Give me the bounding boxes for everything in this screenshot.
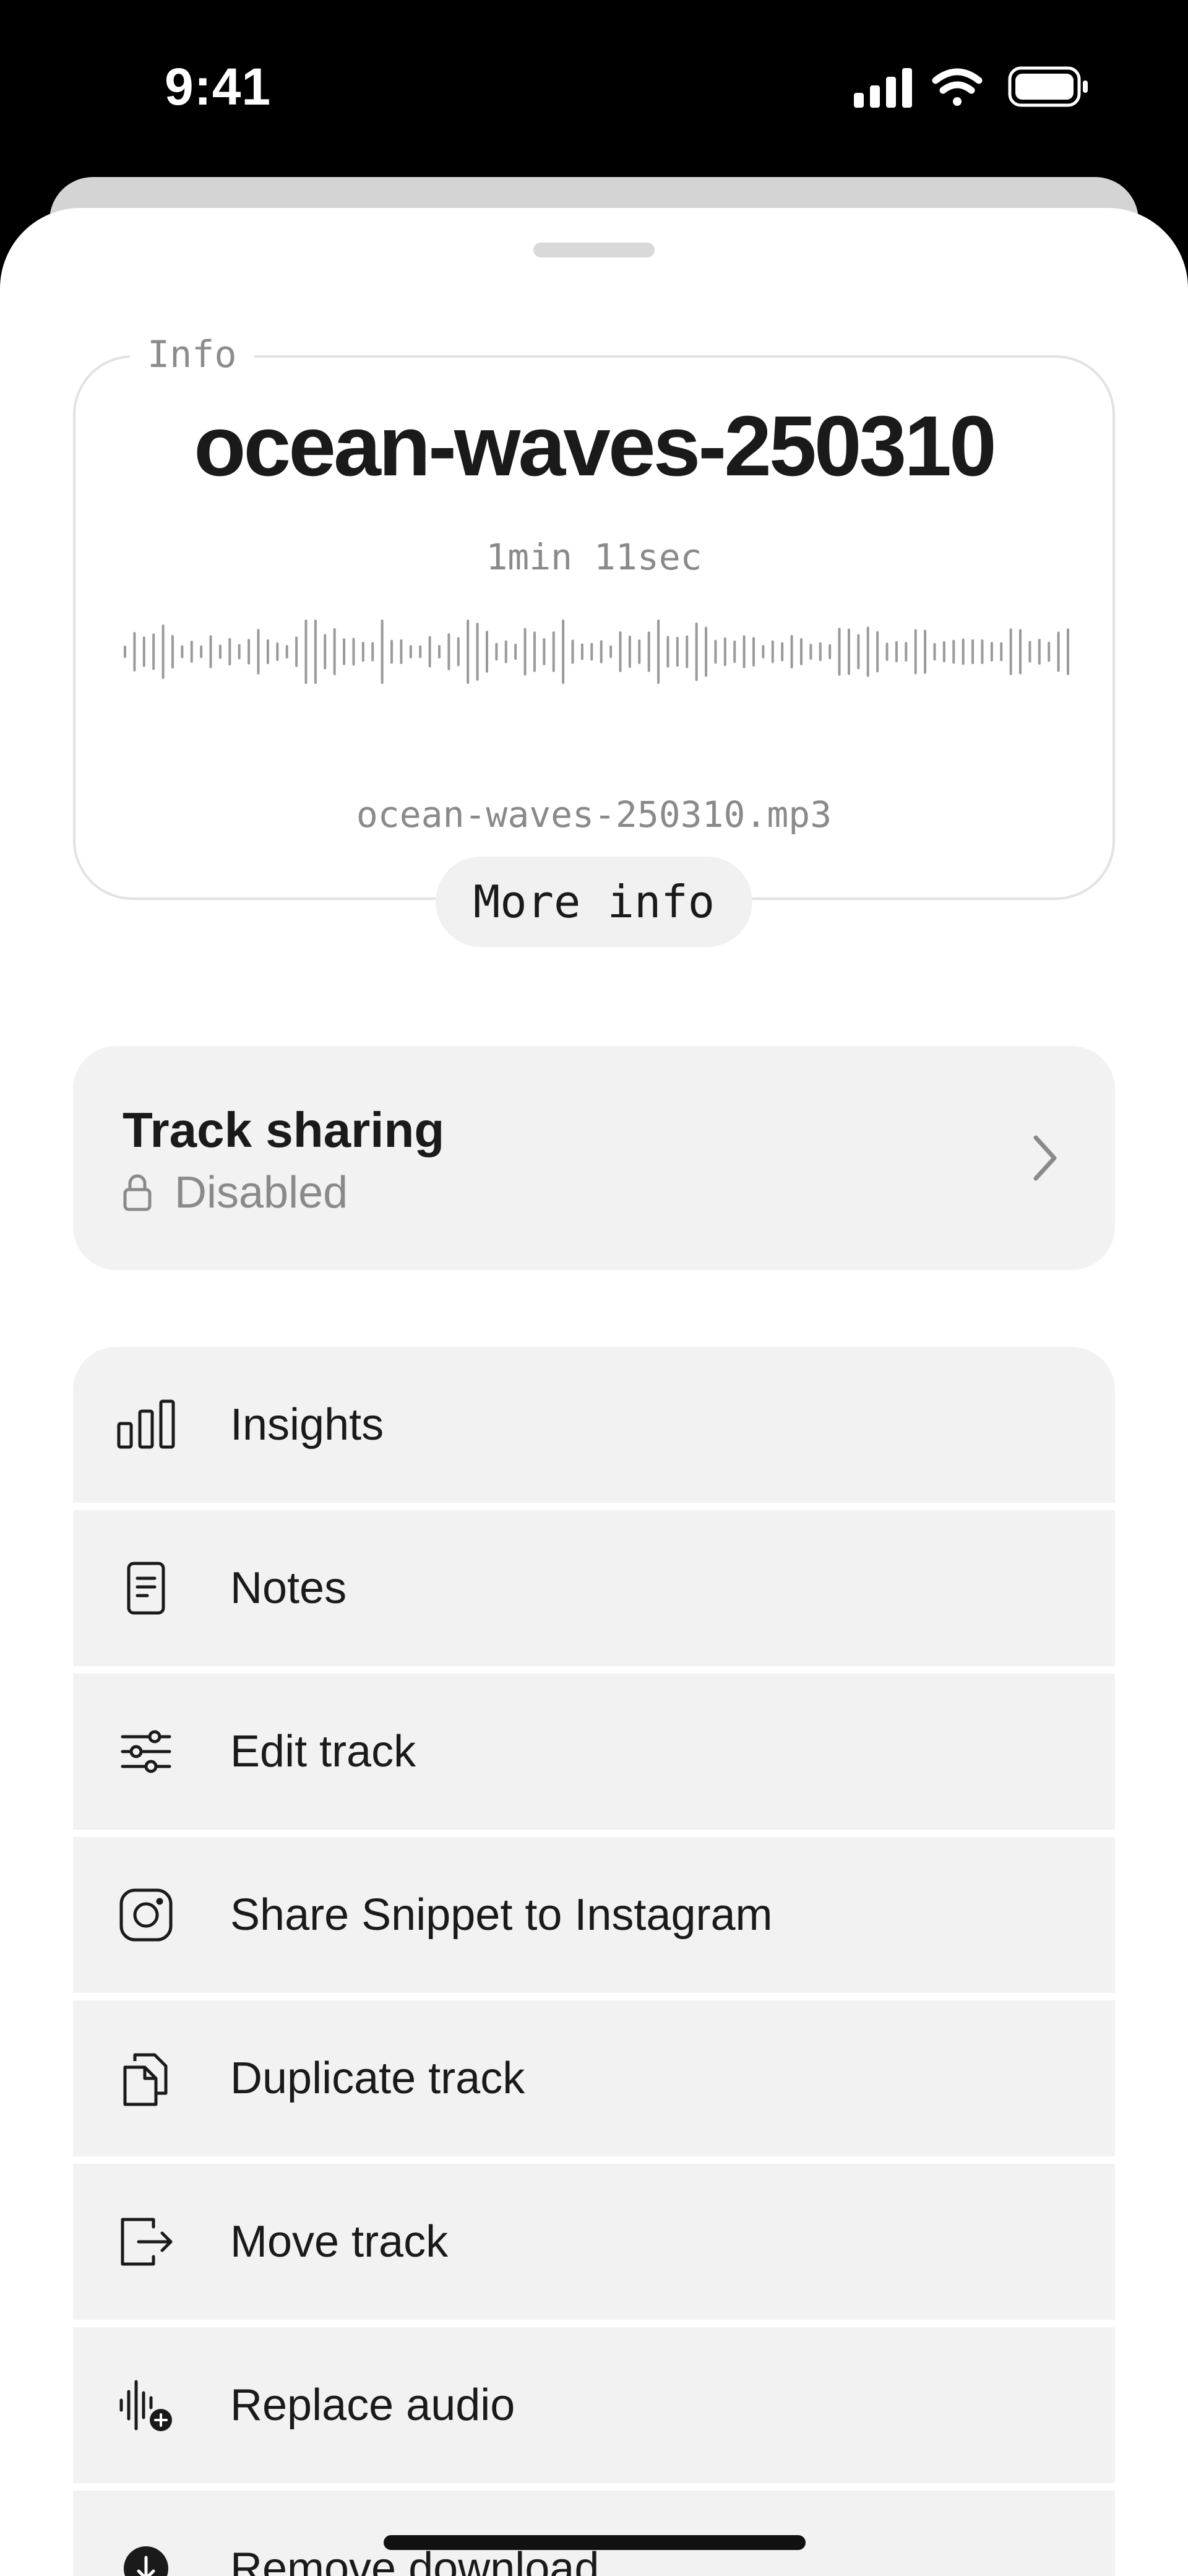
action-edit-track[interactable]: Edit track	[73, 1674, 1115, 1830]
sheet-grabber[interactable]	[533, 243, 655, 257]
action-label: Insights	[230, 1400, 384, 1450]
action-label: Duplicate track	[230, 2054, 525, 2103]
action-label: Move track	[230, 2217, 449, 2267]
track-title: ocean-waves-250310	[194, 399, 997, 494]
status-time: 9:41	[165, 58, 272, 116]
track-sharing-card[interactable]: Track sharing Disabled	[73, 1046, 1115, 1270]
action-replace-audio[interactable]: Replace audio	[73, 2327, 1115, 2483]
action-move-track[interactable]: Move track	[73, 2164, 1115, 2320]
replace-audio-icon	[116, 2375, 176, 2435]
app-frame: 9:41 Info ocean-waves-250310 1min 11sec …	[0, 0, 1188, 2576]
signal-icon	[854, 68, 912, 108]
track-sharing-status: Disabled	[123, 1167, 348, 1218]
file-name: ocean-waves-250310.mp3	[356, 793, 832, 836]
sliders-icon	[116, 1722, 176, 1781]
track-sharing-status-text: Disabled	[174, 1168, 348, 1217]
track-duration: 1min 11sec	[486, 536, 702, 578]
bar-chart-icon	[116, 1395, 176, 1454]
battery-icon	[1008, 66, 1088, 107]
actions-list: Insights Notes Edit track Share Snippet …	[73, 1347, 1115, 2576]
download-icon	[116, 2539, 176, 2576]
status-icons	[854, 66, 1088, 108]
status-bar: 9:41	[0, 0, 1188, 179]
action-label: Notes	[230, 1563, 347, 1613]
home-indicator[interactable]	[384, 2535, 806, 2550]
action-label: Replace audio	[230, 2380, 515, 2430]
action-remove-download[interactable]: Remove download	[73, 2491, 1115, 2576]
action-share-instagram[interactable]: Share Snippet to Instagram	[73, 1837, 1115, 1993]
waveform	[124, 620, 1069, 684]
track-sharing-title: Track sharing	[123, 1102, 445, 1157]
action-notes[interactable]: Notes	[73, 1510, 1115, 1666]
note-icon	[116, 1558, 176, 1618]
instagram-icon	[116, 1885, 176, 1945]
info-card: Info ocean-waves-250310 1min 11sec ocean…	[73, 333, 1115, 900]
action-label: Remove download	[230, 2544, 600, 2576]
action-duplicate-track[interactable]: Duplicate track	[73, 2000, 1115, 2156]
action-insights[interactable]: Insights	[73, 1347, 1115, 1503]
action-label: Share Snippet to Instagram	[230, 1890, 773, 1940]
info-label: Info	[130, 333, 254, 376]
track-options-sheet: Info ocean-waves-250310 1min 11sec ocean…	[0, 208, 1188, 2576]
chevron-right-icon	[1033, 1135, 1057, 1181]
action-label: Edit track	[230, 1727, 416, 1776]
wifi-icon	[932, 68, 983, 106]
duplicate-icon	[116, 2049, 176, 2108]
more-info-button[interactable]: More info	[436, 857, 752, 947]
lock-icon	[123, 1174, 152, 1211]
move-icon	[116, 2212, 176, 2271]
